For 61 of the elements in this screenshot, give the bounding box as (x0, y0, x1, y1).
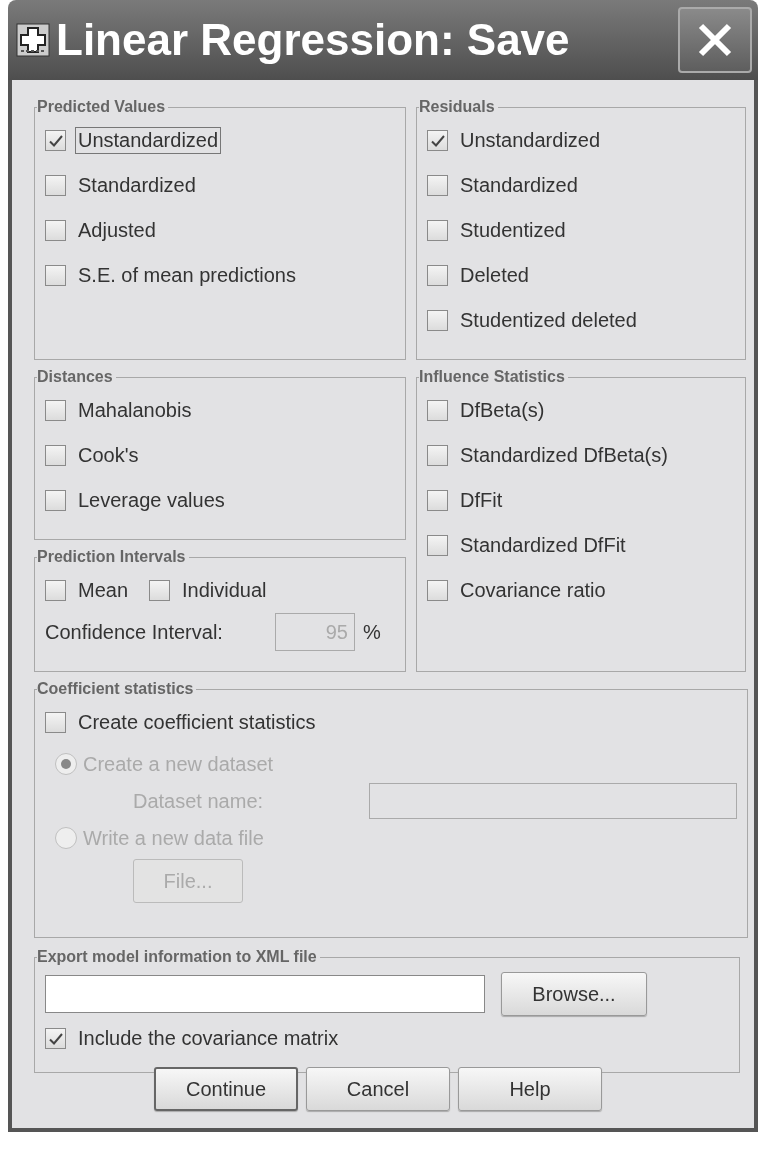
field-label: Confidence Interval: (45, 620, 224, 644)
checkbox-label[interactable]: Unstandardized (75, 127, 222, 154)
xml-file-field[interactable] (45, 975, 485, 1013)
window-title: Linear Regression: Save (56, 15, 571, 65)
checkbox[interactable] (45, 580, 66, 601)
group-title: Prediction Intervals (37, 548, 187, 566)
close-button[interactable] (678, 7, 752, 73)
checkbox[interactable] (427, 490, 448, 511)
checkbox-label[interactable]: Unstandardized (457, 127, 604, 154)
checkbox[interactable] (427, 535, 448, 556)
checkbox-label[interactable]: Standardized DfFit (457, 532, 629, 559)
group-title: Coefficient statistics (37, 680, 195, 698)
checkbox[interactable] (427, 175, 448, 196)
checkbox-label[interactable]: Studentized deleted (457, 307, 640, 334)
checkbox-label[interactable]: S.E. of mean predictions (75, 262, 299, 289)
checkbox-label[interactable]: Individual (179, 577, 270, 604)
checkbox-label[interactable]: DfFit (457, 487, 506, 514)
checkbox[interactable] (45, 175, 66, 196)
checkbox-label[interactable]: Deleted (457, 262, 532, 289)
checkbox-label[interactable]: Standardized DfBeta(s) (457, 442, 671, 469)
checkbox-label[interactable]: DfBeta(s) (457, 397, 548, 424)
checkbox-label[interactable]: Include the covariance matrix (75, 1025, 342, 1052)
checkbox[interactable] (45, 220, 66, 241)
dialog-button[interactable]: Cancel (306, 1067, 450, 1111)
checkbox[interactable] (149, 580, 171, 601)
checkbox[interactable] (45, 712, 66, 733)
checkbox-label[interactable]: Standardized (457, 172, 581, 199)
dataset-name-field[interactable] (369, 783, 737, 819)
browse-button[interactable]: Browse... (501, 972, 647, 1016)
checkbox[interactable] (427, 130, 448, 151)
checkbox[interactable] (427, 310, 448, 331)
dialog-button[interactable]: Continue (154, 1067, 298, 1111)
checkbox[interactable] (45, 1028, 66, 1049)
checkbox[interactable] (427, 580, 448, 601)
checkbox-label[interactable]: Create coefficient statistics (75, 709, 319, 736)
checkbox[interactable] (45, 400, 66, 421)
group-title: Predicted Values (37, 98, 167, 116)
checkbox-label[interactable]: Adjusted (75, 217, 159, 244)
checkbox[interactable] (45, 445, 66, 466)
checkbox[interactable] (45, 130, 66, 151)
dialog-button[interactable]: Help (458, 1067, 602, 1111)
checkbox-label[interactable]: Covariance ratio (457, 577, 609, 604)
group-title: Distances (37, 368, 114, 386)
checkbox[interactable] (45, 490, 66, 511)
checkbox[interactable] (45, 265, 66, 286)
checkbox-label[interactable]: Mean (75, 577, 132, 604)
unit-label: % (363, 620, 381, 644)
group-title: Residuals (419, 98, 496, 116)
checkbox[interactable] (427, 220, 448, 241)
checkbox-label[interactable]: Standardized (75, 172, 199, 199)
app-icon (16, 23, 50, 57)
checkbox[interactable] (427, 445, 448, 466)
group-title: Export model information to XML file (37, 948, 318, 966)
checkbox-label[interactable]: Cook's (75, 442, 142, 469)
checkbox-label[interactable]: Mahalanobis (75, 397, 195, 424)
group-title: Influence Statistics (419, 368, 566, 386)
checkbox-label[interactable]: Leverage values (75, 487, 228, 514)
checkbox[interactable] (427, 265, 448, 286)
checkbox-label[interactable]: Studentized (457, 217, 569, 244)
checkbox[interactable] (427, 400, 448, 421)
field-label: Dataset name: (133, 789, 265, 813)
